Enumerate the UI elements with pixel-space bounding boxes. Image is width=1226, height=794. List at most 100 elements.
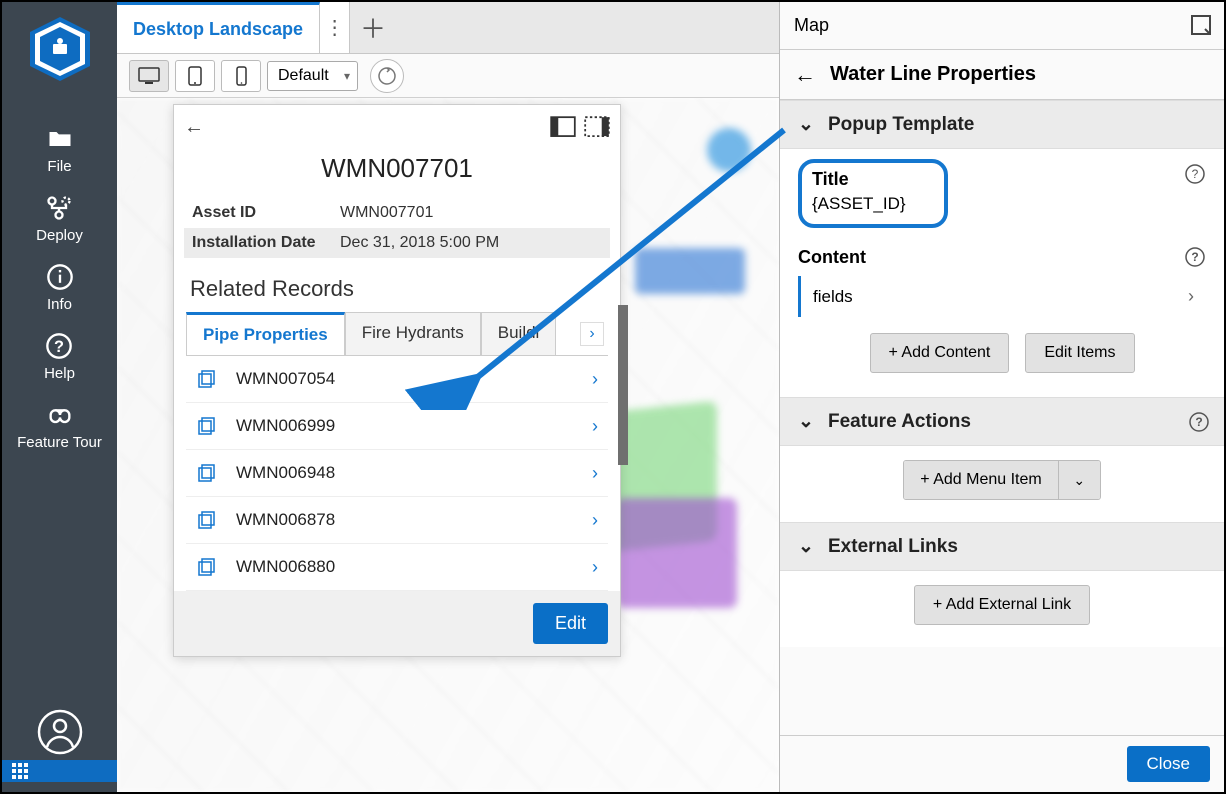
help-icon[interactable]: ? (1188, 411, 1210, 433)
binoculars-icon (45, 400, 75, 430)
related-item-label: WMN007054 (236, 369, 592, 389)
nav-help-label: Help (44, 365, 75, 382)
records-icon (196, 368, 218, 390)
tab-desktop-landscape[interactable]: Desktop Landscape (117, 2, 320, 53)
related-list: WMN007054› WMN006999› WMN006948› WMN0068… (186, 356, 608, 591)
related-item[interactable]: WMN006999› (186, 403, 608, 450)
section-label: Popup Template (828, 114, 974, 136)
popup-fields: Asset ID WMN007701 Installation Date Dec… (184, 198, 610, 258)
close-button[interactable]: Close (1127, 746, 1210, 782)
device-tablet-button[interactable] (175, 60, 215, 92)
help-icon[interactable]: ? (1184, 163, 1206, 185)
nav-file[interactable]: File (45, 124, 75, 175)
field-label: Asset ID (192, 204, 340, 222)
help-icon[interactable]: ? (1184, 246, 1206, 268)
main-area: Desktop Landscape ⋮ ＋ Default ← (117, 2, 779, 792)
svg-text:?: ? (1192, 167, 1199, 181)
chevron-right-icon: › (1188, 286, 1194, 307)
add-menu-item-dropdown[interactable]: ⌄ (1058, 461, 1100, 499)
chevron-right-icon: › (592, 369, 598, 390)
panel-subtitle: Water Line Properties (830, 63, 1036, 86)
dock-right-icon[interactable] (584, 116, 610, 138)
add-tab-button[interactable]: ＋ (350, 2, 396, 53)
nav-deploy[interactable]: Deploy (36, 193, 83, 244)
svg-text:?: ? (54, 338, 64, 356)
popout-icon[interactable] (1190, 14, 1212, 36)
device-phone-button[interactable] (221, 60, 261, 92)
chevron-down-icon: ⌄ (796, 410, 816, 433)
related-item[interactable]: WMN006878› (186, 497, 608, 544)
panel-back-button[interactable]: ← (794, 62, 816, 88)
field-value: Dec 31, 2018 5:00 PM (340, 234, 499, 252)
field-row: Asset ID WMN007701 (184, 198, 610, 228)
nav-info-label: Info (47, 296, 72, 313)
svg-text:?: ? (1195, 415, 1202, 429)
info-icon (45, 262, 75, 292)
tab-buildings[interactable]: Buildi (481, 312, 557, 355)
add-menu-item-button[interactable]: + Add Menu Item (904, 461, 1057, 499)
field-label: Installation Date (192, 234, 340, 252)
related-item[interactable]: WMN006880› (186, 544, 608, 591)
nav-info[interactable]: Info (45, 262, 75, 313)
user-avatar[interactable] (37, 709, 83, 760)
content-fields-row[interactable]: fields › (798, 276, 1206, 317)
apps-grid-icon (12, 763, 28, 779)
panel-map-label: Map (794, 15, 829, 36)
records-icon (196, 556, 218, 578)
chevron-right-icon: › (592, 557, 598, 578)
popup-title: WMN007701 (174, 153, 620, 184)
edit-button[interactable]: Edit (533, 603, 608, 644)
related-records-heading: Related Records (190, 276, 604, 302)
records-icon (196, 509, 218, 531)
content-label: Content (798, 247, 866, 268)
field-value: WMN007701 (340, 204, 433, 222)
tab-label: Desktop Landscape (133, 19, 303, 40)
app-sidebar: File Deploy Info ? Help Feature Tour (2, 2, 117, 792)
nav-file-label: File (47, 158, 71, 175)
map-canvas[interactable]: ← WMN007701 Asset ID WMN007701 Installat… (117, 98, 779, 792)
chevron-right-icon: › (592, 463, 598, 484)
add-menu-item-combo: + Add Menu Item ⌄ (903, 460, 1100, 500)
section-label: External Links (828, 536, 958, 558)
app-launcher-bar[interactable] (2, 760, 117, 782)
feature-popup: ← WMN007701 Asset ID WMN007701 Installat… (173, 104, 621, 657)
chevron-right-icon: › (592, 510, 598, 531)
dock-left-icon[interactable] (550, 116, 576, 138)
device-preset-select[interactable]: Default (267, 61, 358, 91)
chevron-down-icon: ⌄ (796, 113, 816, 136)
popup-scrollbar[interactable] (618, 305, 628, 465)
nav-feature-tour-label: Feature Tour (17, 434, 102, 451)
tabs-scroll-right[interactable]: › (580, 322, 604, 346)
chevron-down-icon: ⌄ (796, 535, 816, 558)
nav-feature-tour[interactable]: Feature Tour (17, 400, 102, 451)
add-external-link-button[interactable]: + Add External Link (914, 585, 1090, 625)
rotate-button[interactable] (370, 59, 404, 93)
section-external-links[interactable]: ⌄ External Links (780, 522, 1224, 571)
title-field-label: Title (812, 169, 934, 190)
chevron-right-icon: › (592, 416, 598, 437)
related-item[interactable]: WMN006948› (186, 450, 608, 497)
nav-deploy-label: Deploy (36, 227, 83, 244)
related-item-label: WMN006880 (236, 557, 592, 577)
svg-text:?: ? (1191, 250, 1198, 264)
add-content-button[interactable]: + Add Content (870, 333, 1010, 373)
related-item[interactable]: WMN007054› (186, 356, 608, 403)
panel-title-bar: Map (780, 2, 1224, 50)
properties-panel: Map ← Water Line Properties ⌄ Popup Temp… (779, 2, 1224, 792)
app-logo (25, 14, 95, 84)
section-feature-actions[interactable]: ⌄ Feature Actions ? (780, 397, 1224, 446)
related-item-label: WMN006878 (236, 510, 592, 530)
tab-fire-hydrants[interactable]: Fire Hydrants (345, 312, 481, 355)
help-icon: ? (44, 331, 74, 361)
nav-help[interactable]: ? Help (44, 331, 75, 382)
records-icon (196, 462, 218, 484)
related-tabs: Pipe Properties Fire Hydrants Buildi (186, 312, 608, 355)
folder-icon (45, 124, 75, 154)
device-desktop-button[interactable] (129, 60, 169, 92)
tab-pipe-properties[interactable]: Pipe Properties (186, 312, 345, 355)
device-preset-select-wrap: Default (267, 61, 358, 91)
popup-back-button[interactable]: ← (184, 116, 204, 139)
edit-items-button[interactable]: Edit Items (1025, 333, 1134, 373)
section-popup-template[interactable]: ⌄ Popup Template (780, 100, 1224, 149)
tab-menu-button[interactable]: ⋮ (320, 2, 350, 53)
